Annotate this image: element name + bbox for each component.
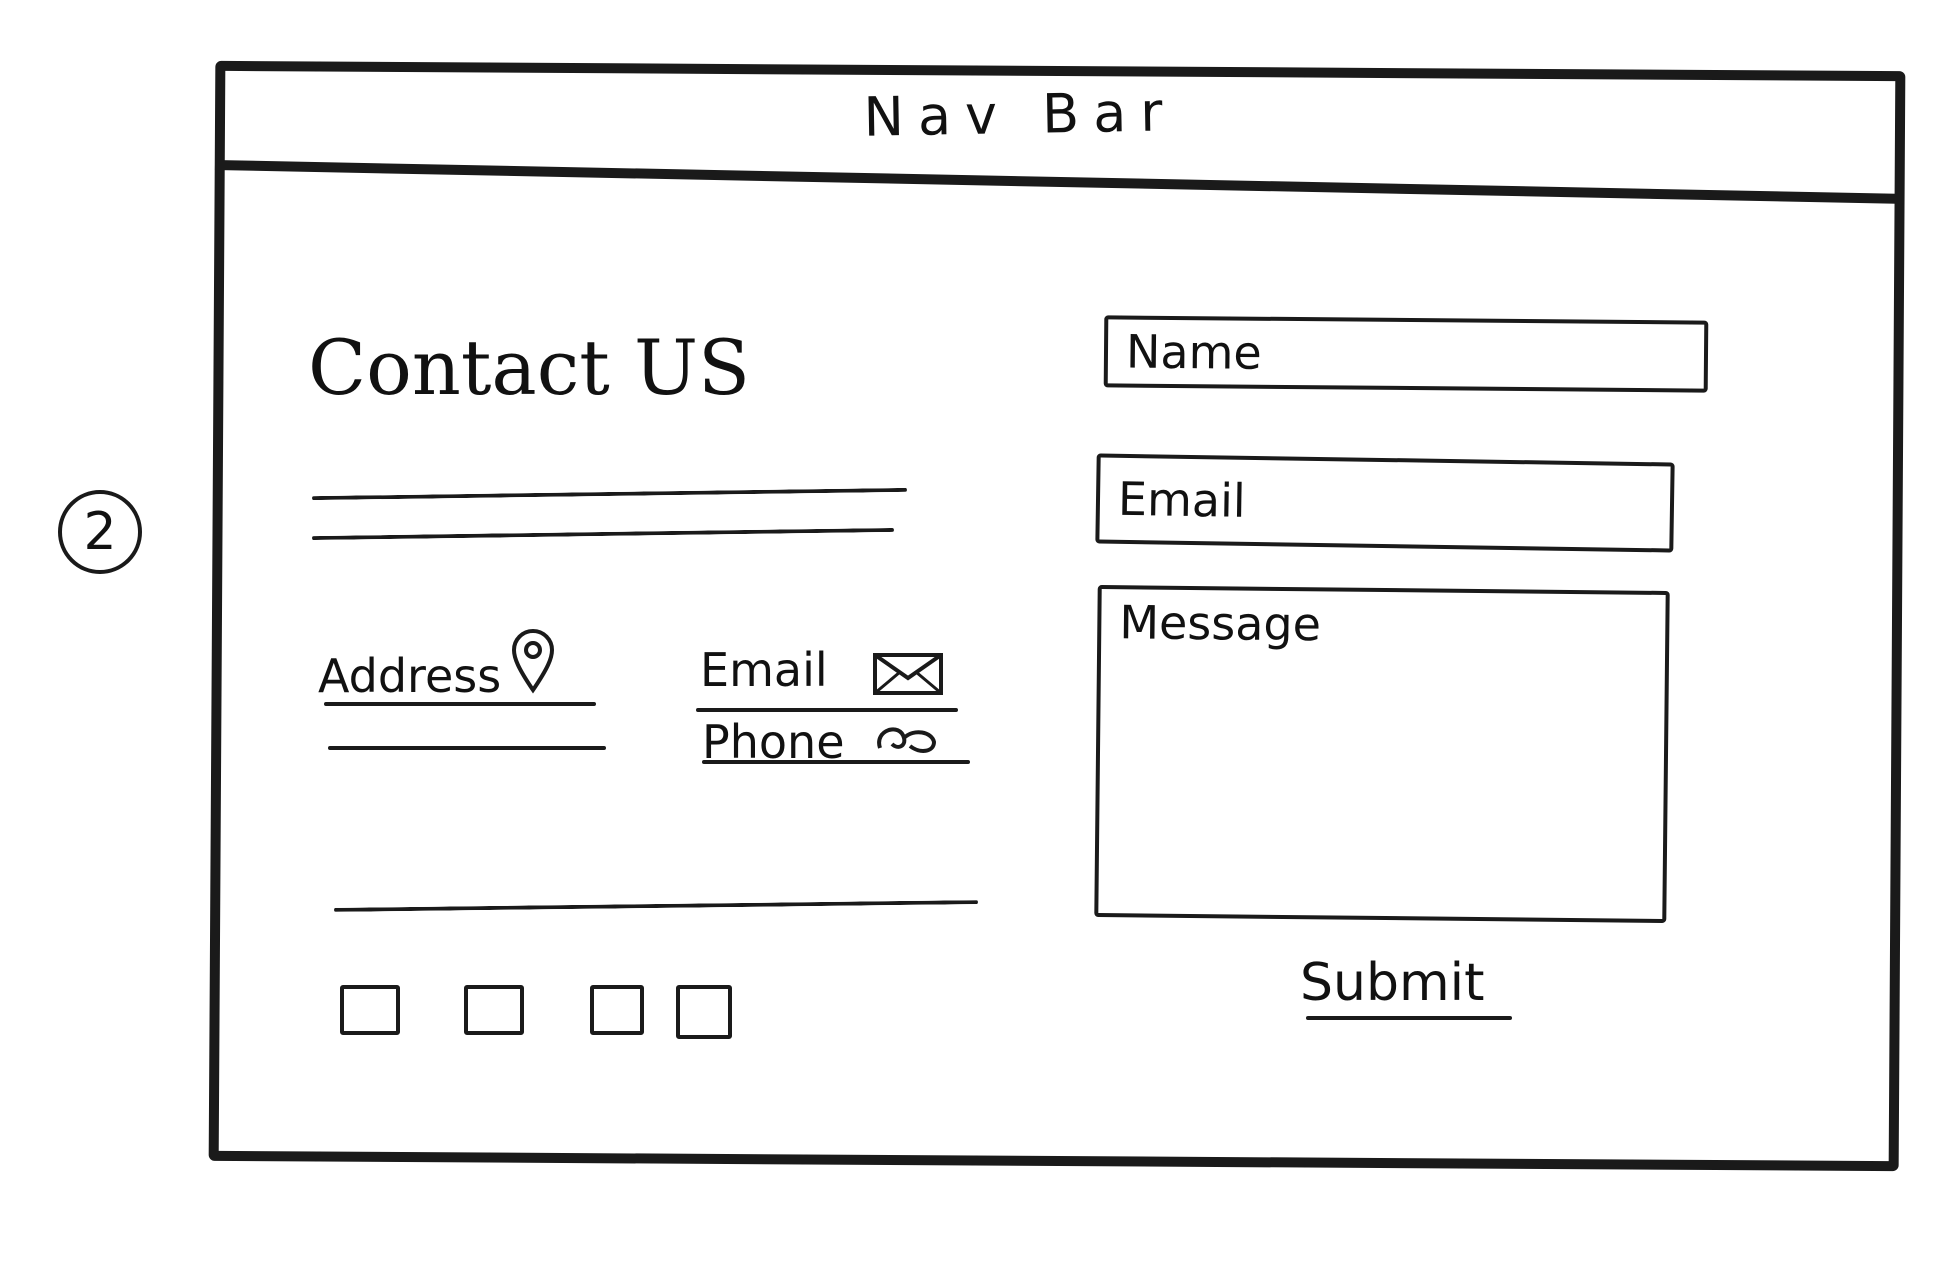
address-line [328,746,606,750]
page-title: Contact US [308,323,751,412]
social-button-3[interactable] [590,985,644,1035]
social-button-4[interactable] [676,985,732,1039]
email-label: Email [700,643,828,697]
page-number-badge: 2 [58,490,142,574]
email-input[interactable] [1095,453,1675,553]
phone-icon [877,727,937,753]
navbar-title[interactable]: Nav Bar [849,77,1190,153]
submit-underline [1306,1016,1512,1020]
envelope-icon [873,653,943,695]
phone-line [702,760,970,764]
address-label: Address [318,649,502,703]
name-input[interactable] [1103,315,1709,393]
message-textarea[interactable] [1094,585,1670,923]
map-pin-icon [511,629,555,694]
address-line [324,702,596,706]
social-button-2[interactable] [464,985,524,1035]
social-button-1[interactable] [340,985,400,1035]
submit-button[interactable]: Submit [1300,945,1520,1021]
